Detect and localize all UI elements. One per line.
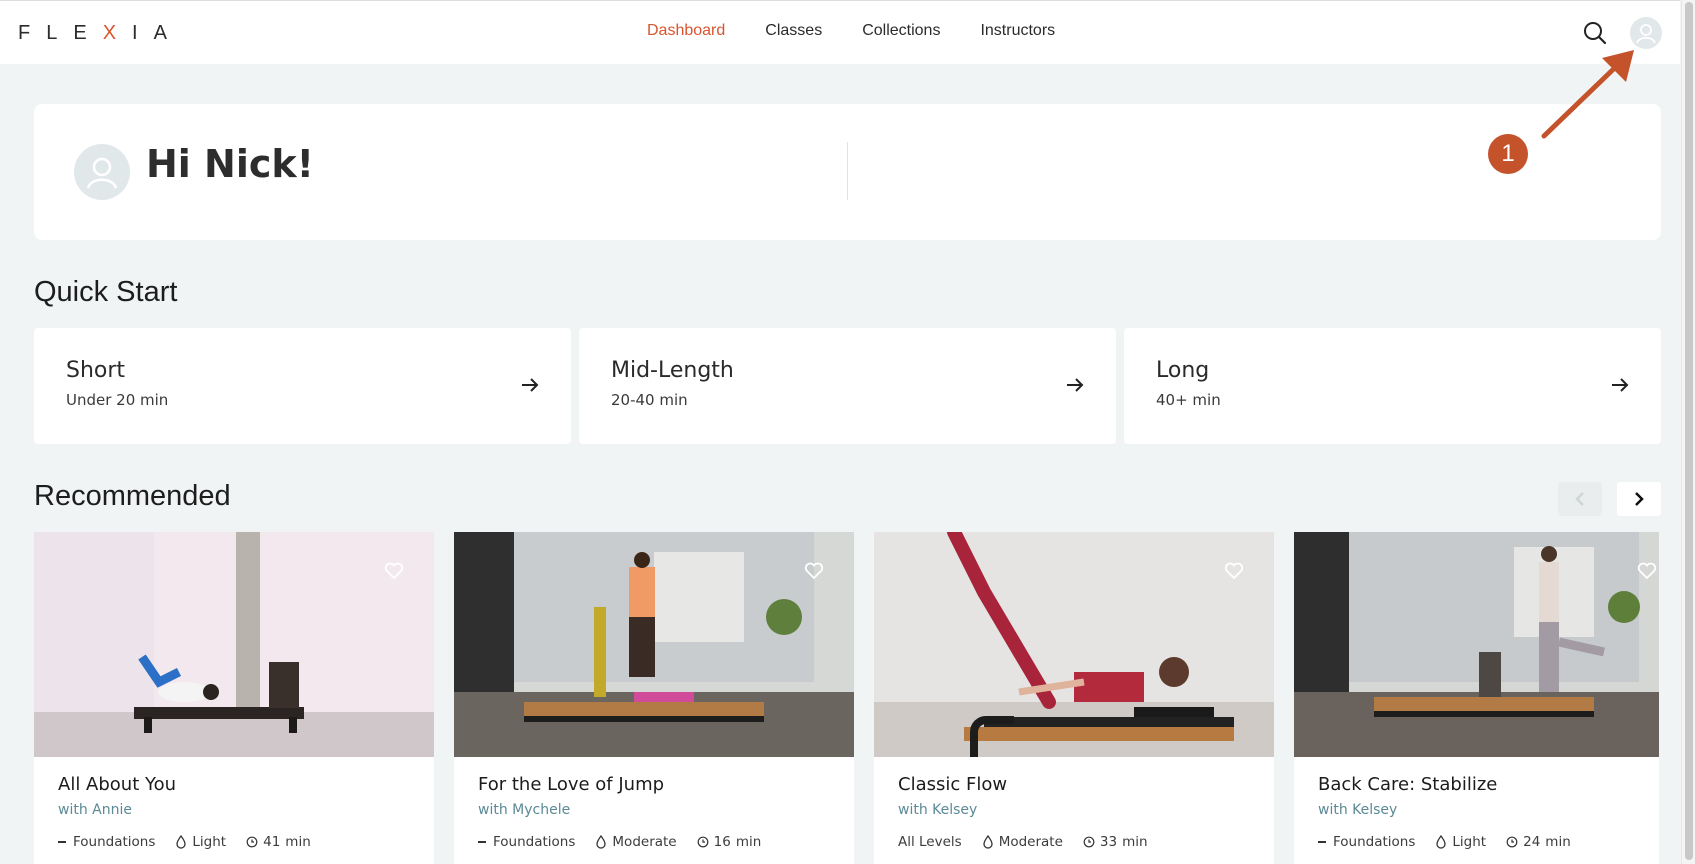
arrow-right-icon <box>522 378 539 392</box>
search-icon[interactable] <box>1582 20 1608 46</box>
intensity-drop-icon <box>1436 835 1447 849</box>
user-avatar-button[interactable] <box>1630 17 1662 49</box>
class-meta: Foundations Light 41 min <box>58 834 311 850</box>
recommended-heading: Recommended <box>34 480 231 512</box>
main-nav: Dashboard Classes Collections Instructor… <box>647 22 1055 40</box>
level-icon <box>1318 841 1326 843</box>
user-icon <box>1636 24 1656 44</box>
heart-icon[interactable] <box>384 562 404 580</box>
carousel-next-button[interactable] <box>1617 482 1661 516</box>
class-thumbnail <box>874 532 1274 757</box>
arrow-right-icon <box>1612 378 1629 392</box>
quick-start-heading: Quick Start <box>34 276 178 308</box>
annotation-arrow-icon <box>1541 50 1634 139</box>
class-intensity: Moderate <box>998 834 1063 850</box>
class-duration-unit: min <box>1122 834 1148 850</box>
profile-avatar <box>74 144 130 200</box>
nav-instructors[interactable]: Instructors <box>980 22 1055 40</box>
class-duration: 16 <box>713 834 731 850</box>
class-duration: 24 <box>1523 834 1541 850</box>
quick-start-card-subtitle: 40+ min <box>1156 391 1221 409</box>
class-card-for-the-love-of-jump[interactable]: For the Love of Jump with Mychele Founda… <box>454 532 854 864</box>
class-instructor[interactable]: with Kelsey <box>1318 802 1397 818</box>
quick-start-card-subtitle: 20-40 min <box>611 391 688 409</box>
quick-start-card-title: Short <box>66 358 126 383</box>
class-thumbnail <box>34 532 434 757</box>
quick-start-card-title: Long <box>1156 358 1210 383</box>
annotation-badge: 1 <box>1488 134 1528 174</box>
class-title: Back Care: Stabilize <box>1318 774 1498 795</box>
quick-start-short-card[interactable]: Short Under 20 min <box>34 328 571 444</box>
clock-icon <box>697 836 709 848</box>
nav-dashboard[interactable]: Dashboard <box>647 22 725 40</box>
level-icon <box>478 841 486 843</box>
greeting-card: Hi Nick! <box>34 104 1661 240</box>
level-icon <box>58 841 66 843</box>
clock-icon <box>1083 836 1095 848</box>
nav-classes[interactable]: Classes <box>765 22 822 40</box>
class-meta: Foundations Light 24 min <box>1318 834 1571 850</box>
class-level: Foundations <box>73 834 156 850</box>
heart-icon[interactable] <box>1637 562 1657 580</box>
heart-icon[interactable] <box>1224 562 1244 580</box>
class-card-all-about-you[interactable]: All About You with Annie Foundations Lig… <box>34 532 434 864</box>
class-intensity: Light <box>1452 834 1487 850</box>
class-duration: 41 <box>263 834 281 850</box>
class-duration-unit: min <box>285 834 311 850</box>
nav-collections[interactable]: Collections <box>862 22 940 40</box>
flexia-logo[interactable]: FLEXIA <box>18 22 183 45</box>
user-icon <box>86 157 118 189</box>
clock-icon <box>1506 836 1518 848</box>
scrollbar-thumb[interactable] <box>1685 2 1693 860</box>
quick-start-card-subtitle: Under 20 min <box>66 391 169 409</box>
arrow-right-icon <box>1067 378 1084 392</box>
heart-icon[interactable] <box>804 562 824 580</box>
class-instructor[interactable]: with Mychele <box>478 802 570 818</box>
class-duration-unit: min <box>1545 834 1571 850</box>
class-instructor[interactable]: with Annie <box>58 802 132 818</box>
quick-start-long-card[interactable]: Long 40+ min <box>1124 328 1661 444</box>
page-scrollbar[interactable] <box>1681 0 1695 864</box>
clock-icon <box>246 836 258 848</box>
intensity-drop-icon <box>176 835 187 849</box>
chevron-left-icon <box>1575 492 1584 506</box>
class-card-back-care-stabilize[interactable]: Back Care: Stabilize with Kelsey Foundat… <box>1294 532 1659 864</box>
class-meta: Foundations Moderate 16 min <box>478 834 761 850</box>
quick-start-mid-length-card[interactable]: Mid-Length 20-40 min <box>579 328 1116 444</box>
class-duration: 33 <box>1099 834 1118 850</box>
quick-start-card-title: Mid-Length <box>611 358 734 383</box>
class-title: For the Love of Jump <box>478 774 665 795</box>
class-title: Classic Flow <box>898 774 1008 795</box>
class-intensity: Light <box>192 834 227 850</box>
carousel-prev-button[interactable] <box>1558 482 1602 516</box>
intensity-drop-icon <box>596 835 607 849</box>
class-title: All About You <box>58 774 177 795</box>
class-intensity: Moderate <box>612 834 677 850</box>
class-level: Foundations <box>493 834 576 850</box>
class-level: All Levels <box>898 834 962 850</box>
class-level: Foundations <box>1333 834 1416 850</box>
divider <box>847 142 848 200</box>
class-duration-unit: min <box>735 834 762 850</box>
top-navigation-bar: FLEXIA Dashboard Classes Collections Ins… <box>0 0 1680 64</box>
greeting-title: Hi Nick! <box>146 142 315 186</box>
class-meta: All Levels Moderate 33 min <box>898 834 1148 850</box>
class-card-classic-flow[interactable]: Classic Flow with Kelsey All Levels Mode… <box>874 532 1274 864</box>
class-thumbnail <box>1294 532 1659 757</box>
chevron-right-icon <box>1635 492 1644 506</box>
class-instructor[interactable]: with Kelsey <box>898 802 977 818</box>
intensity-drop-icon <box>983 835 993 849</box>
class-thumbnail <box>454 532 854 757</box>
